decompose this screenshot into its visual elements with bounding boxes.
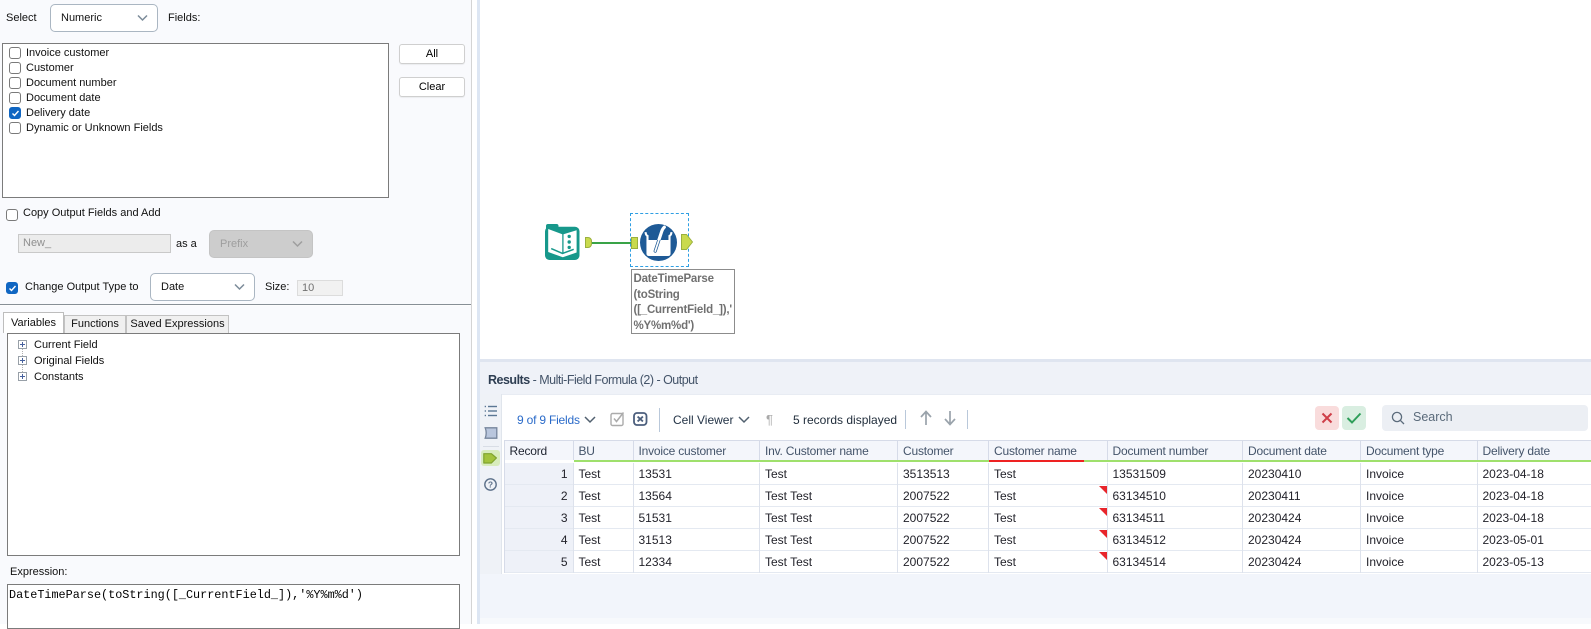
svg-text:?: ? [488,479,493,489]
